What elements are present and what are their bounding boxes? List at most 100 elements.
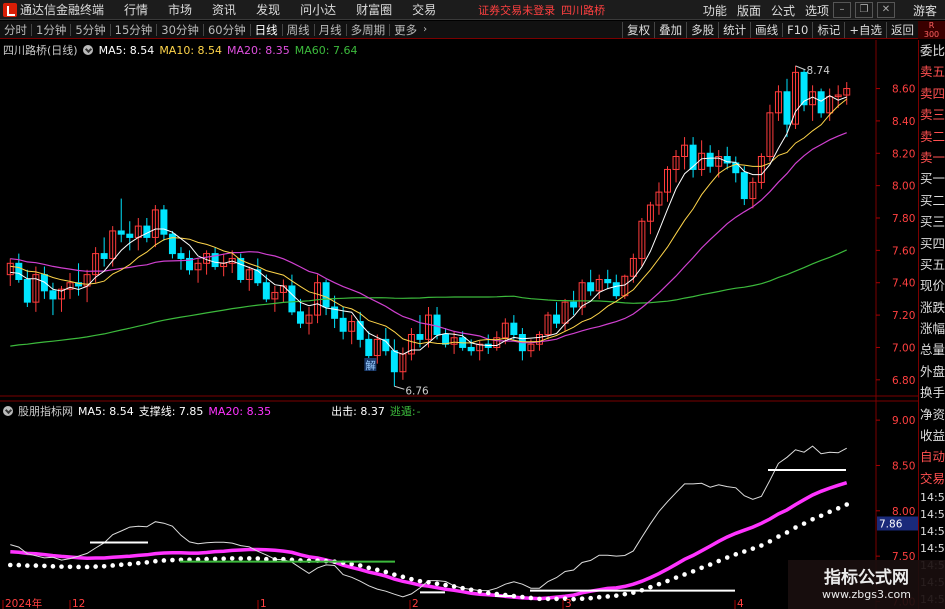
side-panel-item[interactable]: 外盘 (919, 361, 945, 382)
support-dot (724, 555, 730, 560)
side-panel-item[interactable]: 买二 (919, 190, 945, 211)
watermark-title: 指标公式网 (824, 568, 909, 588)
login-status[interactable]: 证券交易未登录 (478, 2, 555, 18)
app-title: 通达信金融终端 (20, 3, 105, 17)
chart-toolbar-button[interactable]: 返回 (886, 22, 918, 38)
period-tab[interactable]: 月线 (315, 22, 346, 38)
side-panel-item[interactable]: 涨跌 (919, 297, 945, 318)
chart-toolbar-button[interactable]: 画线 (750, 22, 782, 38)
y-tick-label: 8.20 (892, 148, 915, 160)
side-panel-item[interactable]: 卖五 (919, 61, 945, 82)
period-tab[interactable]: 30分钟 (157, 22, 203, 38)
guest-user[interactable]: 游客 (913, 2, 937, 19)
top-menu-item[interactable]: 市场 (168, 1, 192, 18)
side-panel-item[interactable]: 买三 (919, 211, 945, 232)
support-dot (443, 582, 448, 588)
side-panel-item[interactable]: 买一 (919, 168, 945, 189)
side-top-badge: R 300 (918, 21, 945, 39)
side-panel-item[interactable]: 14:56 (919, 523, 945, 540)
x-tick-label: 4 (737, 598, 744, 609)
more-chevron-icon[interactable]: › (423, 24, 427, 35)
y-tick-label: 7.80 (892, 213, 915, 225)
side-panel-item[interactable]: 自动 (919, 446, 945, 467)
candle-body (689, 144, 697, 170)
support-dot (759, 543, 764, 548)
toggle-subindicator-icon[interactable] (3, 406, 13, 416)
y-tick-label: 7.60 (892, 245, 915, 257)
chart-area[interactable]: 8.60 8.40 8.20 8.00 7.80 7.60 7.40 7.20 7.00 6.80… (0, 40, 918, 609)
side-panel-item[interactable]: 卖二 (919, 126, 945, 147)
chart-toolbar-button[interactable]: 多股 (686, 22, 718, 38)
side-panel-item[interactable]: 14:56 (919, 540, 945, 557)
top-menu-item[interactable]: 发现 (256, 1, 280, 18)
period-tab[interactable]: 日线 (251, 22, 282, 38)
period-tab[interactable]: 1分钟 (32, 22, 70, 38)
side-panel-item[interactable]: 卖三 (919, 104, 945, 125)
period-tab[interactable]: 15分钟 (111, 22, 157, 38)
support-dot (707, 562, 713, 567)
side-panel-item[interactable]: 买四 (919, 233, 945, 254)
side-panel-item[interactable]: 14:56 (919, 489, 945, 506)
side-panel-item[interactable]: 卖四 (919, 83, 945, 104)
stock-label: 四川路桥(日线) (3, 44, 78, 57)
top-menu-item[interactable]: 行情 (124, 1, 148, 18)
support-dot (229, 556, 235, 561)
chart-toolbar-button[interactable]: F10 (782, 23, 812, 37)
support-dot (67, 564, 73, 570)
support-dot (135, 560, 141, 566)
minimize-window-icon[interactable]: – (832, 2, 851, 18)
y-tick-label: 8.40 (892, 116, 915, 128)
side-panel-item[interactable]: 涨幅 (919, 318, 945, 339)
side-panel-item[interactable]: 14:56 (919, 506, 945, 523)
top-menu-item[interactable]: 问小达 (300, 1, 336, 18)
support-dot (409, 576, 414, 582)
chart-toolbar-button[interactable]: 统计 (718, 22, 750, 38)
menu-options[interactable]: 选项 (805, 2, 829, 19)
period-tab[interactable]: 多周期 (347, 22, 390, 38)
restore-window-icon[interactable]: ❐ (854, 2, 873, 18)
menu-function[interactable]: 功能 (703, 2, 727, 19)
chart-toolbar-button[interactable]: +自选 (844, 22, 886, 38)
ma5-label: MA5: 8.54 (98, 43, 155, 57)
period-tab[interactable]: 分时 (0, 22, 31, 38)
menu-layout[interactable]: 版面 (737, 2, 761, 19)
support-dot (434, 581, 440, 586)
support-dot (520, 594, 525, 600)
side-panel-item[interactable]: 卖一 (919, 147, 945, 168)
period-tab[interactable]: 更多 (390, 22, 421, 38)
main-chart-header: 四川路桥(日线) MA5: 8.54 MA10: 8.54 MA20: 8.35… (3, 42, 362, 58)
close-window-icon[interactable]: ✕ (876, 2, 895, 18)
chart-toolbar-button[interactable]: 复权 (622, 22, 654, 38)
side-panel-item[interactable]: 现价 (919, 275, 945, 296)
side-panel-item[interactable]: 换手 (919, 382, 945, 403)
top-menu-item[interactable]: 资讯 (212, 1, 236, 18)
period-tab[interactable]: 60分钟 (204, 22, 250, 38)
chart-toolbar-button[interactable]: 标记 (812, 22, 844, 38)
chart-toolbar-button[interactable]: 叠加 (654, 22, 686, 38)
side-panel-item[interactable]: 收益 (919, 425, 945, 446)
side-panel-item[interactable]: 交易 (919, 468, 945, 489)
candle-body (177, 253, 185, 259)
side-panel-item[interactable]: 买五 (919, 254, 945, 275)
watermark: 指标公式网 www.zbgs3.com (788, 560, 945, 609)
support-dot (801, 521, 807, 526)
side-panel-item[interactable]: 总量 (919, 339, 945, 360)
side-panel-item[interactable]: 委比 (919, 40, 945, 61)
period-tab[interactable]: 5分钟 (71, 22, 109, 38)
kline-chart-svg[interactable]: 8.60 8.40 8.20 8.00 7.80 7.60 7.40 7.20 7.00 6.80… (0, 40, 918, 609)
high-pointer (795, 65, 806, 71)
toggle-indicator-icon[interactable] (82, 45, 93, 55)
support-dot (357, 563, 363, 568)
candle-body (365, 338, 373, 357)
candle-body (237, 257, 245, 280)
top-menu: 行情 市场 资讯 发现 问小达 财富圈 交易 (124, 1, 456, 18)
x-tick-label: 1 (260, 598, 267, 609)
period-tab[interactable]: 周线 (283, 22, 314, 38)
top-menu-item[interactable]: 财富圈 (356, 1, 392, 18)
support-dot (477, 589, 483, 594)
indicator-name[interactable]: 股朋指标网 (18, 403, 73, 419)
menu-formula[interactable]: 公式 (771, 2, 795, 19)
side-panel-item[interactable]: 净资 (919, 404, 945, 425)
top-menu-item[interactable]: 交易 (412, 1, 436, 18)
x-tick-label: 3 (565, 598, 572, 609)
